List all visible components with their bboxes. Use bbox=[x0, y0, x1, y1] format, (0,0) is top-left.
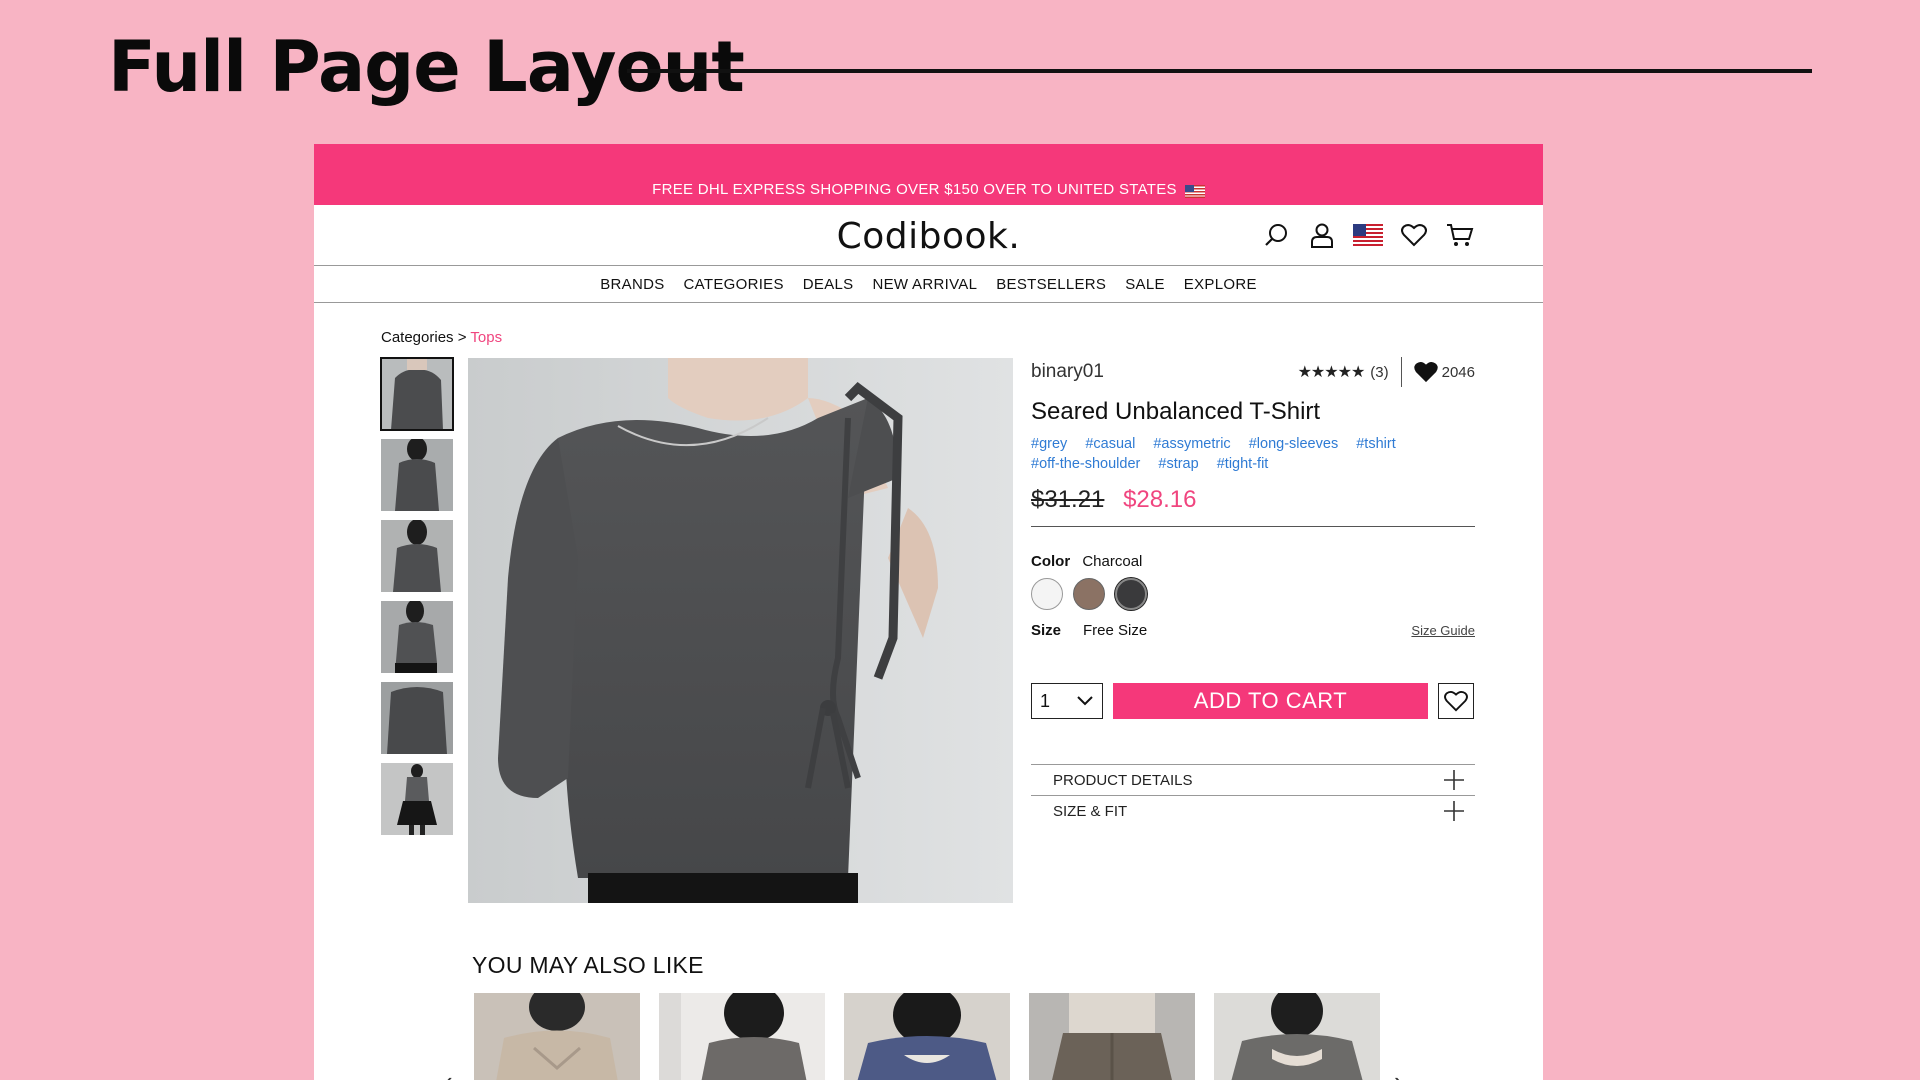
color-label: Color bbox=[1031, 553, 1071, 570]
recommendation-card[interactable] bbox=[474, 993, 640, 1080]
product-info: binary01 ★★★★★ (3) 2046 Seared Unbalance… bbox=[1031, 357, 1475, 826]
tag-link[interactable]: #tight-fit bbox=[1217, 456, 1269, 472]
heart-filled-icon bbox=[1413, 361, 1438, 383]
nav-item-deals[interactable]: DEALS bbox=[803, 276, 854, 293]
accordion-label: SIZE & FIT bbox=[1053, 802, 1128, 820]
tag-link[interactable]: #casual bbox=[1085, 436, 1135, 452]
main-nav: BRANDS CATEGORIES DEALS NEW ARRIVAL BEST… bbox=[314, 266, 1543, 303]
recommendation-card[interactable] bbox=[1214, 993, 1380, 1080]
swatch-charcoal[interactable] bbox=[1115, 578, 1147, 610]
color-value: Charcoal bbox=[1082, 553, 1143, 570]
price-divider bbox=[1031, 526, 1475, 527]
promo-banner: FREE DHL EXPRESS SHOPPING OVER $150 OVER… bbox=[314, 144, 1543, 205]
product-accordion: PRODUCT DETAILS SIZE & FIT bbox=[1031, 764, 1475, 826]
size-selector: Size Free Size Size Guide bbox=[1031, 622, 1475, 639]
plus-icon bbox=[1444, 770, 1464, 790]
likes-count: 2046 bbox=[1441, 363, 1475, 381]
breadcrumb-separator: > bbox=[457, 329, 467, 346]
size-label: Size bbox=[1031, 622, 1062, 639]
brand-name[interactable]: binary01 bbox=[1031, 361, 1104, 383]
wishlist-button[interactable] bbox=[1438, 683, 1474, 719]
thumbnail-5[interactable] bbox=[381, 682, 453, 754]
swatch-brown[interactable] bbox=[1073, 578, 1105, 610]
user-icon[interactable] bbox=[1307, 221, 1337, 249]
thumbnail-1[interactable] bbox=[380, 357, 454, 431]
rating-summary: ★★★★★ (3) 2046 bbox=[1298, 357, 1475, 387]
title-rule bbox=[627, 69, 1812, 73]
tag-link[interactable]: #tshirt bbox=[1356, 436, 1396, 452]
divider bbox=[1400, 357, 1402, 387]
tag-link[interactable]: #grey bbox=[1031, 436, 1067, 452]
recommendation-card[interactable] bbox=[844, 993, 1010, 1080]
add-to-cart-button[interactable]: ADD TO CART bbox=[1113, 683, 1428, 719]
chevron-down-icon bbox=[1077, 696, 1093, 706]
color-swatches bbox=[1031, 578, 1475, 610]
us-flag-icon bbox=[1184, 185, 1205, 198]
recommendation-card[interactable] bbox=[1029, 993, 1195, 1080]
thumbnail-6[interactable] bbox=[381, 763, 453, 835]
product-name: Seared Unbalanced T-Shirt bbox=[1031, 398, 1321, 425]
header-icons bbox=[1261, 221, 1475, 249]
accordion-label: PRODUCT DETAILS bbox=[1053, 771, 1193, 789]
brand-row: binary01 ★★★★★ (3) 2046 bbox=[1031, 357, 1475, 387]
heart-outline-icon bbox=[1444, 690, 1468, 712]
quantity-value: 1 bbox=[1040, 690, 1051, 711]
browser-page: FREE DHL EXPRESS SHOPPING OVER $150 OVER… bbox=[314, 144, 1543, 1080]
accordion-size-fit[interactable]: SIZE & FIT bbox=[1031, 795, 1475, 826]
nav-item-new-arrival[interactable]: NEW ARRIVAL bbox=[873, 276, 978, 293]
nav-item-explore[interactable]: EXPLORE bbox=[1184, 276, 1257, 293]
nav-item-brands[interactable]: BRANDS bbox=[600, 276, 664, 293]
original-price: $31.21 bbox=[1031, 486, 1105, 513]
tag-link[interactable]: #off-the-shoulder bbox=[1031, 456, 1140, 472]
tag-link[interactable]: #long-sleeves bbox=[1249, 436, 1338, 452]
cart-icon[interactable] bbox=[1445, 221, 1475, 249]
price-block: $31.21 $28.16 bbox=[1031, 486, 1475, 514]
quantity-select[interactable]: 1 bbox=[1031, 683, 1103, 719]
carousel-prev-arrow[interactable]: ‹ bbox=[444, 1066, 453, 1080]
review-count[interactable]: (3) bbox=[1370, 364, 1388, 381]
plus-icon bbox=[1444, 801, 1464, 821]
breadcrumb-root[interactable]: Categories bbox=[381, 329, 454, 346]
tag-link[interactable]: #strap bbox=[1158, 456, 1198, 472]
thumbnail-4[interactable] bbox=[381, 601, 453, 673]
cart-row: 1 ADD TO CART bbox=[1031, 683, 1475, 719]
size-value[interactable]: Free Size bbox=[1083, 622, 1147, 639]
recommendations-title: YOU MAY ALSO LIKE bbox=[472, 952, 704, 978]
nav-item-categories[interactable]: CATEGORIES bbox=[684, 276, 784, 293]
color-selector: Color Charcoal bbox=[1031, 553, 1475, 610]
us-flag-icon[interactable] bbox=[1353, 221, 1383, 249]
product-tags: #grey #casual #assymetric #long-sleeves … bbox=[1031, 434, 1475, 474]
nav-item-sale[interactable]: SALE bbox=[1125, 276, 1165, 293]
slide-title: Full Page Layout bbox=[108, 26, 745, 108]
site-header: Codibook. bbox=[314, 205, 1543, 266]
swatch-white[interactable] bbox=[1031, 578, 1063, 610]
recommendation-card[interactable] bbox=[659, 993, 825, 1080]
recommendations-carousel bbox=[474, 993, 1380, 1080]
carousel-next-arrow[interactable]: › bbox=[1394, 1066, 1403, 1080]
accordion-product-details[interactable]: PRODUCT DETAILS bbox=[1031, 764, 1475, 795]
thumbnail-3[interactable] bbox=[381, 520, 453, 592]
likes-counter[interactable]: 2046 bbox=[1413, 361, 1475, 383]
rating-stars: ★★★★★ bbox=[1297, 364, 1366, 381]
nav-item-bestsellers[interactable]: BESTSELLERS bbox=[996, 276, 1106, 293]
tag-link[interactable]: #assymetric bbox=[1153, 436, 1230, 452]
sale-price: $28.16 bbox=[1123, 486, 1197, 513]
breadcrumb: Categories > Tops bbox=[381, 329, 502, 346]
search-icon[interactable] bbox=[1261, 221, 1291, 249]
main-product-image[interactable] bbox=[468, 358, 1013, 903]
thumbnail-2[interactable] bbox=[381, 439, 453, 511]
heart-icon[interactable] bbox=[1399, 221, 1429, 249]
breadcrumb-current[interactable]: Tops bbox=[470, 329, 502, 346]
thumbnail-list bbox=[380, 357, 455, 844]
promo-text: FREE DHL EXPRESS SHOPPING OVER $150 OVER… bbox=[652, 181, 1177, 198]
size-guide-link[interactable]: Size Guide bbox=[1411, 623, 1475, 638]
